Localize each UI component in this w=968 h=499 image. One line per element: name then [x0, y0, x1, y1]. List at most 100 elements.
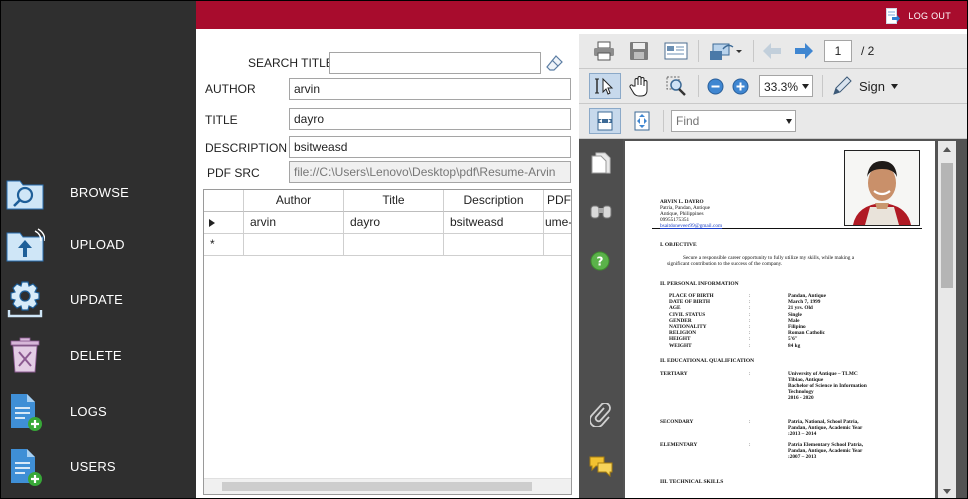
new-cell-title[interactable]	[344, 234, 444, 256]
print-icon	[594, 41, 614, 61]
attachment-icon[interactable]	[590, 403, 612, 427]
colon: :	[749, 324, 751, 330]
eraser-icon[interactable]	[545, 53, 565, 73]
sidebar-item-logs[interactable]: LOGS	[1, 392, 196, 436]
cell-description[interactable]: bsitweasd	[444, 212, 544, 234]
pdf-src-input[interactable]	[289, 161, 571, 183]
grid-horizontal-scrollbar[interactable]	[204, 478, 571, 494]
cell-pdf[interactable]: ume-	[544, 212, 571, 234]
search-title-label: SEARCH TITLE	[248, 56, 334, 70]
records-grid: Author Title Description PDF arvin dayro…	[203, 189, 572, 495]
page-total-label: / 2	[861, 44, 875, 58]
page-number-input[interactable]	[824, 40, 852, 62]
colon: :	[749, 317, 751, 324]
pdf-toolbar-tools: 33.3% Sign	[579, 69, 967, 104]
elementary-line: :2007 – 2013	[788, 454, 817, 460]
share-menu-button[interactable]	[706, 38, 746, 64]
zoom-out-button[interactable]	[705, 73, 725, 99]
personal-info-key: WEIGHT	[669, 342, 692, 349]
sidebar-item-users[interactable]: USERS	[1, 447, 196, 491]
personal-info-key: RELIGION	[669, 330, 697, 337]
scroll-up-icon[interactable]	[943, 147, 951, 152]
resume-email: bsaitdoneveer99@gmail.com	[660, 223, 723, 229]
sidebar-item-label: BROWSE	[70, 185, 129, 200]
author-input[interactable]	[289, 78, 571, 100]
zoom-level-value: 33.3%	[764, 80, 799, 94]
print-button[interactable]	[591, 38, 617, 64]
column-header-description[interactable]: Description	[444, 190, 544, 212]
sign-menu-button[interactable]: Sign	[831, 73, 901, 99]
cell-author[interactable]: arvin	[244, 212, 344, 234]
grid-scroll-thumb[interactable]	[222, 482, 532, 491]
title-input[interactable]	[289, 108, 571, 130]
sidebar-item-update[interactable]: UPDATE	[1, 280, 196, 324]
new-cell-pdf[interactable]	[544, 234, 571, 256]
comments-icon[interactable]	[589, 455, 613, 477]
header-bar: LOG OUT	[196, 1, 967, 29]
chevron-down-icon	[802, 84, 809, 89]
zoom-in-icon	[732, 78, 748, 94]
description-label: DESCRIPTION	[205, 141, 288, 155]
personal-info-key: GENDER	[669, 317, 692, 324]
profile-photo-image	[845, 151, 919, 225]
marquee-zoom-button[interactable]	[662, 73, 690, 99]
personal-info-key: NATIONALITY	[669, 324, 707, 330]
chevron-down-icon	[891, 83, 899, 89]
pages-icon[interactable]	[591, 152, 611, 174]
personal-info-value: 5'6"	[788, 336, 798, 343]
next-page-button[interactable]	[793, 38, 815, 64]
colon: :	[749, 305, 751, 312]
fit-page-button[interactable]	[629, 108, 655, 134]
pdf-navigation-pane: ?	[579, 139, 623, 498]
find-input[interactable]	[672, 111, 782, 131]
folder-upload-icon	[6, 228, 45, 262]
new-cell-author[interactable]	[244, 234, 344, 256]
personal-info-heading: II. PERSONAL INFORMATION	[660, 281, 739, 287]
save-button[interactable]	[626, 38, 652, 64]
table-row[interactable]: arvin dayro bsitweasd ume-	[204, 212, 571, 234]
binoculars-icon[interactable]	[590, 203, 612, 219]
marquee-zoom-icon	[666, 76, 686, 96]
select-tool-button[interactable]	[589, 73, 621, 99]
scroll-down-icon[interactable]	[943, 489, 951, 494]
chevron-down-icon	[786, 119, 792, 124]
description-input[interactable]	[289, 136, 571, 158]
new-cell-description[interactable]	[444, 234, 544, 256]
hand-tool-button[interactable]	[626, 73, 654, 99]
colon: :	[749, 293, 751, 299]
gear-icon	[7, 281, 43, 318]
sidebar-item-browse[interactable]: BROWSE	[1, 173, 196, 217]
sidebar-item-upload[interactable]: UPLOAD	[1, 225, 196, 269]
personal-info-value: 84 kg	[788, 342, 801, 349]
record-form: SEARCH TITLE AUTHOR TITLE DESCRIPTION PD…	[196, 29, 579, 498]
sign-label: Sign	[859, 78, 886, 94]
search-title-input[interactable]	[329, 52, 541, 74]
folder-search-icon	[6, 180, 44, 210]
fit-width-button[interactable]	[589, 108, 621, 134]
zoom-level-select[interactable]: 33.3%	[759, 75, 813, 97]
find-box[interactable]	[671, 110, 796, 132]
toolbar-separator	[822, 75, 823, 97]
pdf-vertical-scrollbar[interactable]	[938, 141, 956, 498]
column-header-pdf[interactable]: PDF	[544, 190, 571, 212]
email-button[interactable]	[662, 38, 690, 64]
column-header-title[interactable]: Title	[344, 190, 444, 212]
logout-label: LOG OUT	[908, 11, 951, 21]
logout-button[interactable]: LOG OUT	[886, 7, 951, 25]
row-selector-current[interactable]	[204, 212, 244, 234]
personal-info-key: CIVIL STATUS	[669, 311, 706, 318]
column-header-author[interactable]: Author	[244, 190, 344, 212]
sidebar-item-delete[interactable]: DELETE	[1, 336, 196, 380]
objective-heading: I. OBJECTIVE	[660, 242, 697, 248]
secondary-line: :2013 – 2014	[788, 431, 817, 437]
help-icon[interactable]: ?	[590, 251, 610, 271]
cell-title[interactable]: dayro	[344, 212, 444, 234]
save-icon	[630, 42, 648, 60]
secondary-label: SECONDARY	[660, 419, 694, 425]
pdf-scroll-thumb[interactable]	[941, 163, 953, 288]
pdf-toolbar-main: / 2	[579, 34, 967, 69]
zoom-in-button[interactable]	[730, 73, 750, 99]
sidebar-item-label: DELETE	[70, 348, 122, 363]
previous-page-button[interactable]	[761, 38, 783, 64]
new-row[interactable]: *	[204, 234, 571, 256]
